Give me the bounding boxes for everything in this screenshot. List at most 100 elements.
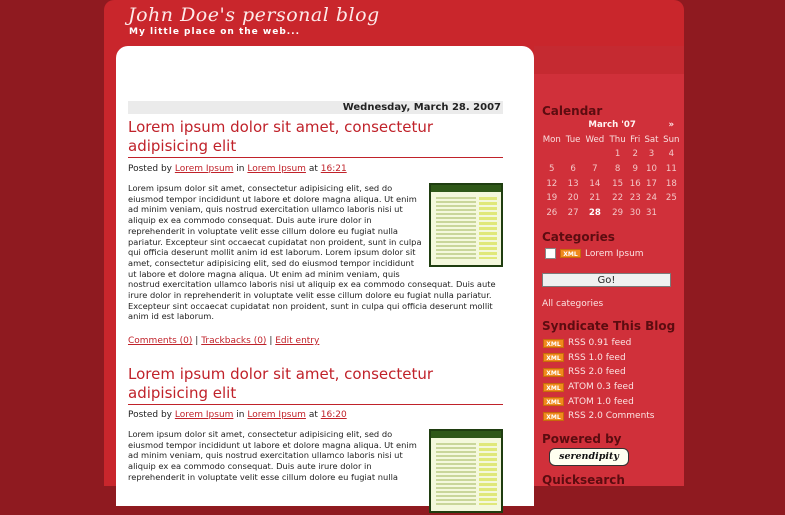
post-title[interactable]: Lorem ipsum dolor sit amet, consectetur …: [128, 365, 503, 405]
xml-feed-icon[interactable]: XML: [543, 338, 564, 348]
powered-heading: Powered by: [542, 432, 622, 446]
calendar-day-header: Tue: [565, 134, 581, 145]
syndicate-heading: Syndicate This Blog: [542, 319, 676, 333]
blog-title[interactable]: John Doe's personal blog: [128, 4, 380, 26]
calendar-day: 11: [665, 164, 677, 175]
byline-in: in: [236, 164, 245, 174]
byline-in: in: [236, 410, 245, 420]
calendar-day: 25: [665, 193, 677, 204]
post-thumbnail-image[interactable]: [429, 183, 503, 267]
calendar-day: 23: [629, 193, 641, 204]
post-title[interactable]: Lorem ipsum dolor sit amet, consectetur …: [128, 118, 503, 158]
post-body: Lorem ipsum dolor sit amet, consectetur …: [128, 429, 503, 515]
go-button[interactable]: Go!: [542, 273, 671, 287]
post-text: Lorem ipsum dolor sit amet, consectetur …: [128, 429, 417, 482]
calendar-day: 2: [632, 149, 638, 160]
all-categories-link[interactable]: All categories: [542, 299, 603, 309]
feed-link[interactable]: ATOM 0.3 feed: [568, 382, 634, 392]
calendar-day: 28: [588, 207, 601, 218]
calendar-day: [661, 206, 682, 221]
calendar-day: [540, 147, 564, 162]
byline-at: at: [308, 410, 318, 420]
calendar-day: 21: [589, 193, 601, 204]
calendar-day: [583, 147, 607, 162]
calendar-day: 20: [567, 193, 579, 204]
feed-item: XML RSS 2.0 Comments: [543, 409, 655, 424]
post-footer-links: Comments (0) | Trackbacks (0) | Edit ent…: [128, 336, 319, 346]
link-separator: |: [195, 336, 199, 346]
calendar-day: 3: [648, 149, 655, 160]
date-header: Wednesday, March 28. 2007: [128, 101, 503, 114]
calendar-day: 13: [567, 178, 579, 189]
serendipity-badge[interactable]: serendipity: [549, 448, 629, 466]
comments-link[interactable]: Comments (0): [128, 336, 192, 346]
calendar-day: 27: [567, 207, 579, 218]
category-item: XML Lorem Ipsum: [545, 248, 644, 259]
calendar-day: 31: [646, 207, 657, 218]
sidebar-band: [534, 46, 684, 74]
xml-feed-icon[interactable]: XML: [560, 249, 581, 258]
calendar-day: 9: [632, 164, 638, 175]
category-checkbox[interactable]: [545, 248, 556, 259]
category-link[interactable]: Lorem Ipsum: [585, 249, 644, 259]
post-body: Lorem ipsum dolor sit amet, consectetur …: [128, 183, 503, 322]
calendar-day-header: Thu: [609, 134, 626, 145]
calendar-day: 18: [665, 178, 677, 189]
blog-tagline: My little place on the web...: [129, 27, 301, 37]
feed-link[interactable]: RSS 0.91 feed: [568, 338, 631, 348]
calendar-day: 8: [614, 164, 621, 175]
xml-feed-icon[interactable]: XML: [543, 397, 564, 407]
post-byline: Posted by Lorem Ipsum in Lorem Ipsum at …: [128, 410, 347, 420]
xml-feed-icon[interactable]: XML: [543, 411, 564, 421]
author-link[interactable]: Lorem Ipsum: [175, 164, 234, 174]
calendar-day: 6: [570, 164, 576, 175]
category-link[interactable]: Lorem Ipsum: [247, 410, 306, 420]
link-separator: |: [269, 336, 273, 346]
quicksearch-heading: Quicksearch: [542, 473, 625, 487]
categories-heading: Categories: [542, 230, 615, 244]
calendar-day-header: Wed: [585, 134, 605, 145]
calendar-day: 22: [612, 193, 624, 204]
calendar-day-header: Sun: [663, 134, 680, 145]
post-thumbnail-image[interactable]: [429, 429, 503, 513]
feed-link[interactable]: RSS 2.0 Comments: [568, 411, 655, 421]
feed-item: XML ATOM 1.0 feed: [543, 394, 655, 409]
feed-link[interactable]: ATOM 1.0 feed: [568, 397, 634, 407]
category-link[interactable]: Lorem Ipsum: [247, 164, 306, 174]
calendar-day-header: Sat: [644, 134, 659, 145]
xml-feed-icon[interactable]: XML: [543, 382, 564, 392]
feed-item: XML ATOM 0.3 feed: [543, 380, 655, 395]
author-link[interactable]: Lorem Ipsum: [175, 410, 234, 420]
calendar-day: 4: [668, 149, 675, 160]
calendar-day: 14: [589, 178, 601, 189]
time-link[interactable]: 16:20: [321, 410, 347, 420]
calendar-day: 15: [612, 178, 624, 189]
feed-item: XML RSS 1.0 feed: [543, 351, 655, 366]
feed-list: XML RSS 0.91 feed XML RSS 1.0 feed XML RSS 2.…: [543, 336, 655, 424]
calendar-day: 5: [549, 164, 555, 175]
calendar-day: 19: [546, 193, 558, 204]
xml-feed-icon[interactable]: XML: [543, 367, 564, 377]
calendar-day: 16: [629, 178, 641, 189]
calendar-day-header: Fri: [630, 134, 641, 145]
byline-prefix: Posted by: [128, 410, 172, 420]
time-link[interactable]: 16:21: [321, 164, 347, 174]
byline-prefix: Posted by: [128, 164, 172, 174]
post-byline: Posted by Lorem Ipsum in Lorem Ipsum at …: [128, 164, 347, 174]
calendar-heading: Calendar: [542, 104, 603, 118]
calendar-day: 10: [646, 164, 657, 175]
xml-feed-icon[interactable]: XML: [543, 353, 564, 363]
calendar-day: 30: [629, 207, 641, 218]
calendar-month: March '07: [588, 120, 636, 131]
calendar-day: [564, 147, 583, 162]
edit-entry-link[interactable]: Edit entry: [275, 336, 319, 346]
calendar-day: 12: [546, 178, 558, 189]
trackbacks-link[interactable]: Trackbacks (0): [201, 336, 266, 346]
feed-link[interactable]: RSS 1.0 feed: [568, 353, 626, 363]
calendar: March '07 » Mon Tue Wed Thu Fri Sat Sun 123456…: [540, 118, 682, 220]
calendar-day: 1: [614, 149, 621, 160]
feed-link[interactable]: RSS 2.0 feed: [568, 367, 626, 377]
calendar-next-month[interactable]: »: [661, 118, 682, 133]
feed-item: XML RSS 2.0 feed: [543, 365, 655, 380]
calendar-day: 24: [646, 193, 657, 204]
